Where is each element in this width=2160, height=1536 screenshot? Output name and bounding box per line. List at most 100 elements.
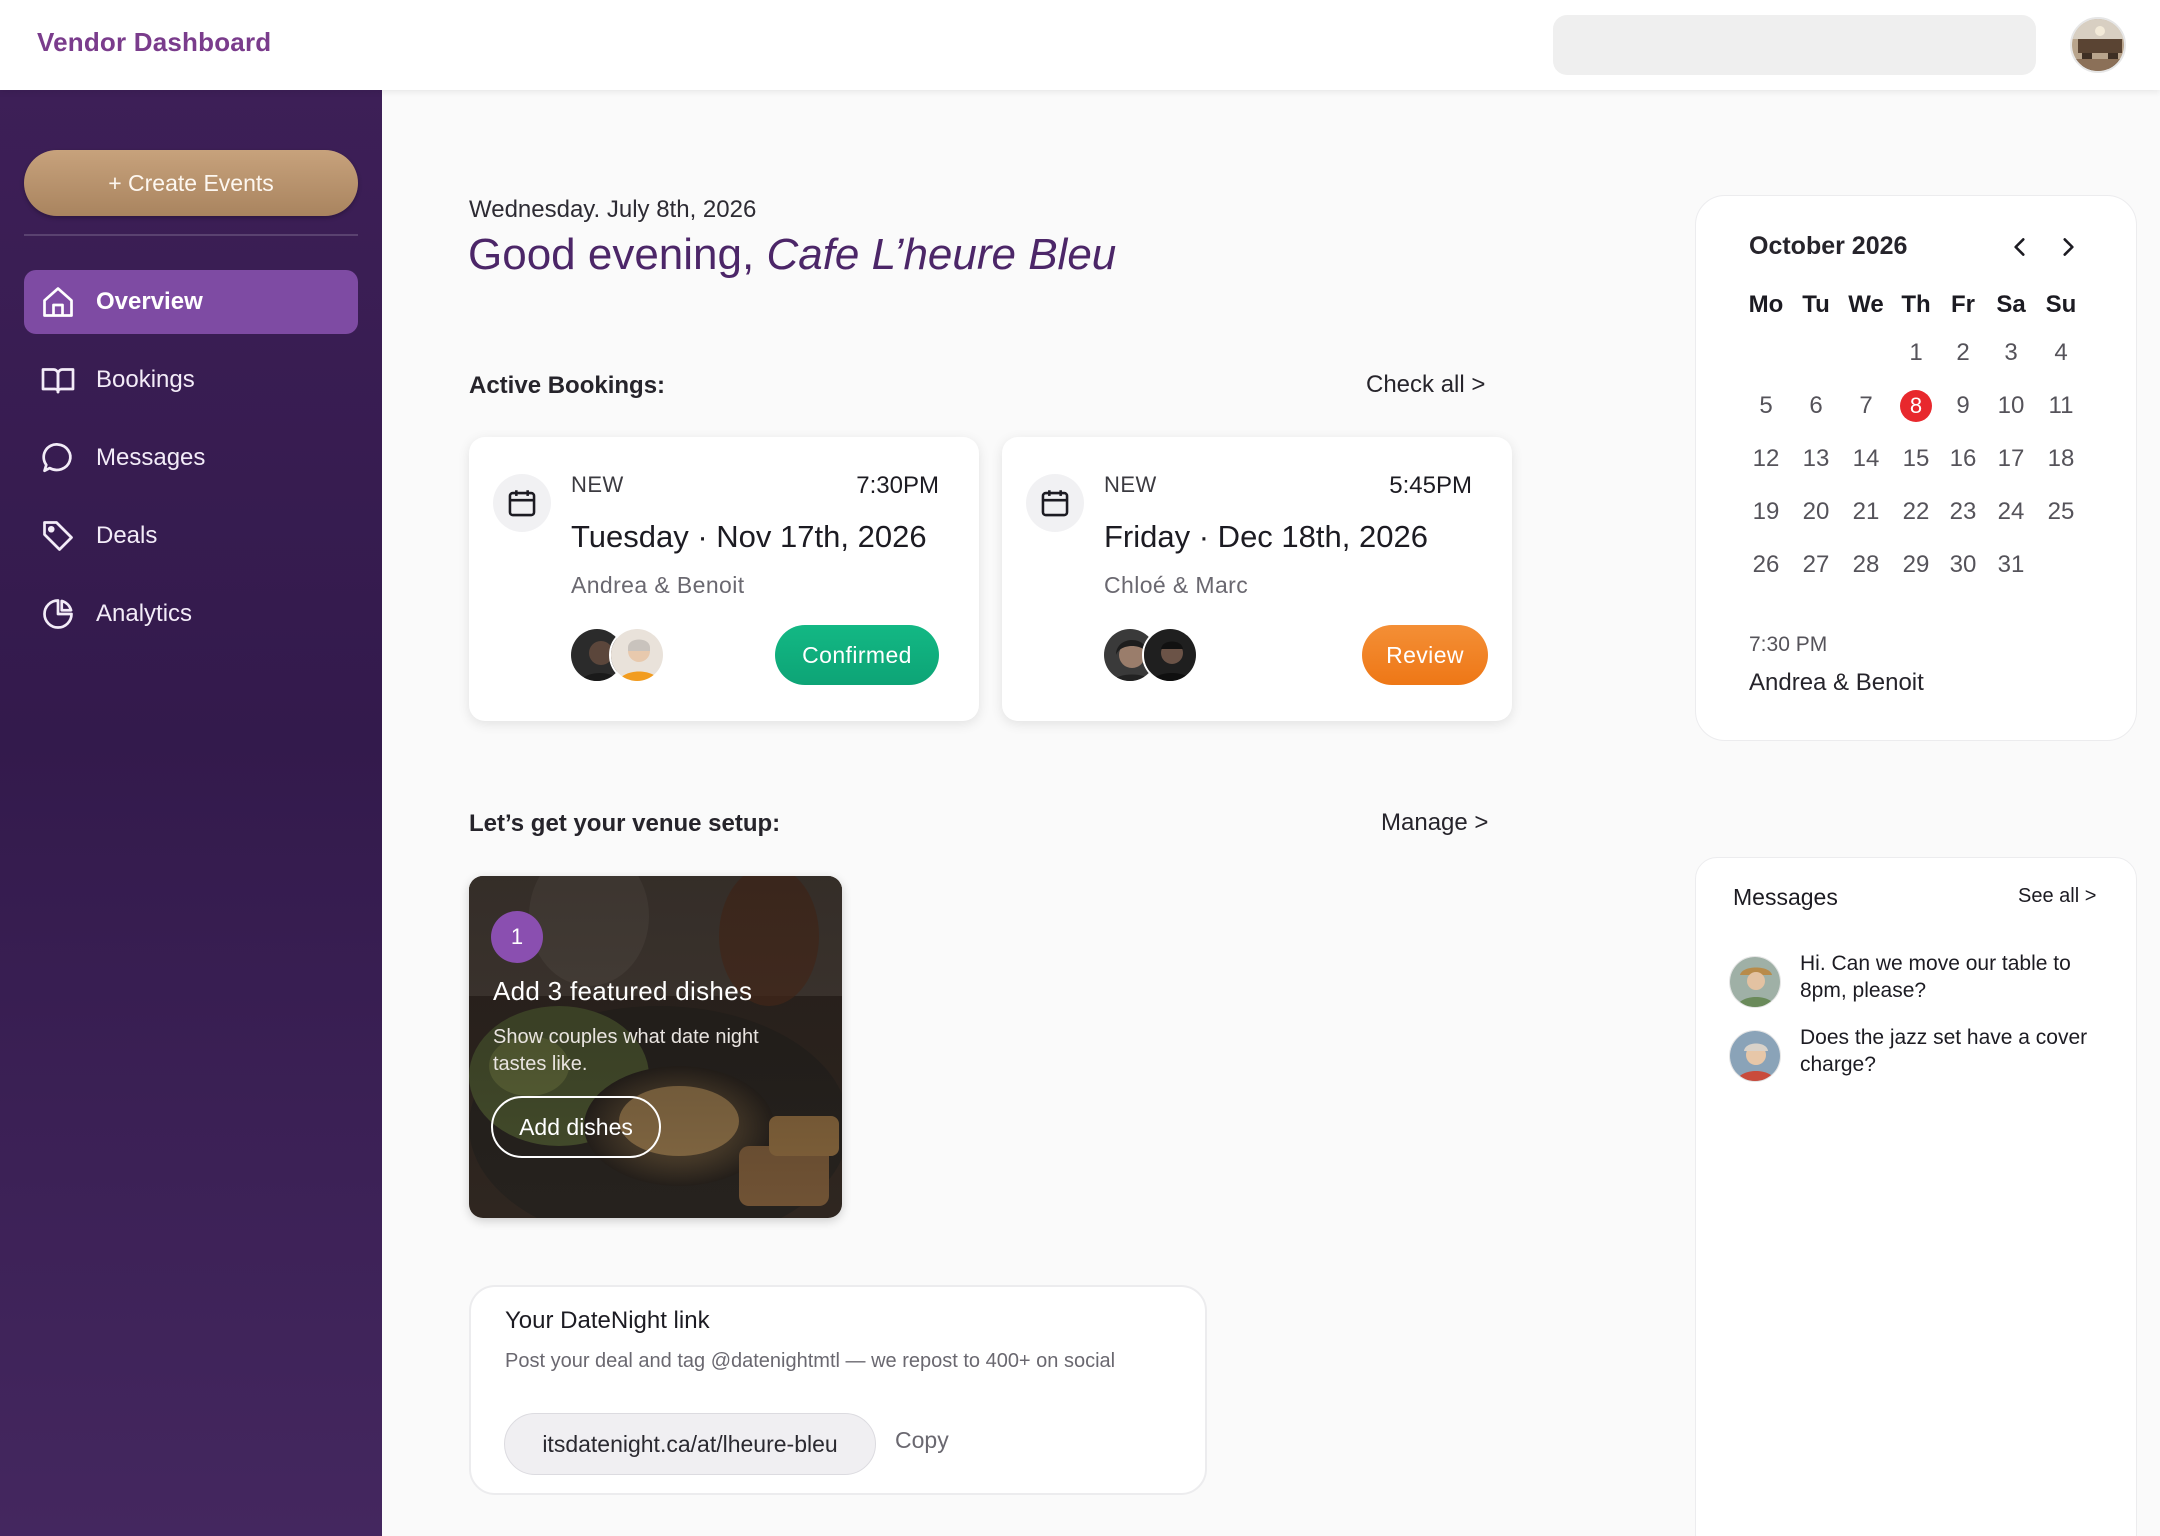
calendar-day[interactable]: 1 <box>1892 336 1940 370</box>
calendar-weekday: We <box>1848 291 1884 318</box>
calendar-day[interactable]: 24 <box>1987 495 2035 529</box>
confirmed-button[interactable]: Confirmed <box>775 625 939 685</box>
message-preview: Does the jazz set have a cover charge? <box>1800 1026 2088 1076</box>
venue-avatar[interactable] <box>2070 17 2126 73</box>
sidebar-item-overview[interactable]: Overview <box>24 270 358 334</box>
calendar-day[interactable]: 28 <box>1842 548 1890 582</box>
sidebar-divider <box>24 234 358 236</box>
booking-status: NEW <box>571 472 624 497</box>
calendar-day[interactable]: 20 <box>1792 495 1840 529</box>
calendar-day[interactable]: 27 <box>1792 548 1840 582</box>
current-date: Wednesday. July 8th, 2026 <box>469 196 757 223</box>
calendar-day[interactable]: 23 <box>1939 495 1987 529</box>
calendar-day[interactable]: 11 <box>2037 389 2085 423</box>
add-dishes-button[interactable]: Add dishes <box>491 1096 661 1158</box>
setup-card-description: Show couples what date night tastes like… <box>493 1026 759 1075</box>
datenight-link-description: Post your deal and tag @datenightmtl — w… <box>505 1350 1116 1372</box>
review-button[interactable]: Review <box>1362 625 1488 685</box>
calendar-day[interactable]: 25 <box>2037 495 2085 529</box>
guest-avatars <box>1102 627 1212 683</box>
sidebar-item-label: Bookings <box>96 366 195 393</box>
step-number-badge: 1 <box>491 911 543 963</box>
calendar-day[interactable]: 10 <box>1987 389 2035 423</box>
calendar-weekday: Mo <box>1748 291 1784 318</box>
messages-title: Messages <box>1733 884 1838 910</box>
sidebar-item-messages[interactable]: Messages <box>24 426 358 490</box>
message-preview: Hi. Can we move our table to 8pm, please… <box>1800 952 2071 1002</box>
booking-date: Friday · Dec 18th, 2026 <box>1104 519 1428 554</box>
calendar-weekday: Tu <box>1802 291 1830 318</box>
booking-date: Tuesday · Nov 17th, 2026 <box>571 519 927 554</box>
pie-chart-icon <box>38 594 78 634</box>
calendar-day[interactable]: 14 <box>1842 442 1890 476</box>
page-title: Good evening, Cafe L’heure Bleu <box>468 230 1116 280</box>
sidebar-item-label: Overview <box>96 288 203 315</box>
calendar-weekday: Su <box>2045 291 2077 318</box>
calendar-weekday: Fr <box>1951 291 1975 318</box>
calendar-day[interactable]: 16 <box>1939 442 1987 476</box>
calendar-day[interactable]: 2 <box>1939 336 1987 370</box>
booking-status: NEW <box>1104 472 1157 497</box>
message-item[interactable]: Hi. Can we move our table to 8pm, please… <box>1729 950 2119 1020</box>
calendar-day[interactable]: 9 <box>1939 389 1987 423</box>
calendar-day[interactable]: 19 <box>1742 495 1790 529</box>
booking-guests: Chloé & Marc <box>1104 572 1249 598</box>
calendar-day[interactable]: 22 <box>1892 495 1940 529</box>
calendar-day[interactable]: 13 <box>1792 442 1840 476</box>
calendar-day[interactable]: 21 <box>1842 495 1890 529</box>
calendar-day[interactable]: 18 <box>2037 442 2085 476</box>
booking-card[interactable]: NEW 7:30PM Tuesday · Nov 17th, 2026 Andr… <box>469 437 979 721</box>
datenight-url[interactable]: itsdatenight.ca/at/lheure-bleu <box>504 1413 876 1475</box>
calendar-day[interactable]: 29 <box>1892 548 1940 582</box>
avatar <box>1729 1030 1781 1082</box>
calendar-day[interactable]: 5 <box>1742 389 1790 423</box>
calendar-widget: October 2026 Mo Tu We Th Fr Sa Su 1 2 3 4 5 6 7 8 9 10 11… <box>1695 195 2137 741</box>
avatar <box>1729 956 1781 1008</box>
book-icon <box>38 360 78 400</box>
venue-setup-title: Let’s get your venue setup: <box>469 810 781 837</box>
booking-card[interactable]: NEW 5:45PM Friday · Dec 18th, 2026 Chloé… <box>1002 437 1512 721</box>
datenight-link-title: Your DateNight link <box>505 1307 710 1334</box>
sidebar-item-bookings[interactable]: Bookings <box>24 348 358 412</box>
active-bookings-title: Active Bookings: <box>469 372 666 399</box>
calendar-icon <box>493 474 551 532</box>
check-all-link[interactable]: Check all > <box>1366 371 1485 399</box>
calendar-event-name[interactable]: Andrea & Benoit <box>1749 669 1924 697</box>
calendar-day[interactable]: 31 <box>1987 548 2035 582</box>
featured-dishes-card: 1 Add 3 featured dishes Show couples wha… <box>469 876 842 1218</box>
calendar-weekday: Th <box>1901 291 1931 318</box>
calendar-event-time: 7:30 PM <box>1749 633 1828 656</box>
calendar-day[interactable]: 17 <box>1987 442 2035 476</box>
calendar-day[interactable]: 30 <box>1939 548 1987 582</box>
greeting-prefix: Good evening, <box>468 230 767 279</box>
sidebar: + Create Events Overview Bookings Messag… <box>0 90 382 1536</box>
manage-link[interactable]: Manage > <box>1381 809 1488 837</box>
calendar-day[interactable]: 4 <box>2037 336 2085 370</box>
see-all-messages-link[interactable]: See all > <box>2018 885 2096 908</box>
booking-guests: Andrea & Benoit <box>571 572 745 598</box>
calendar-month: October 2026 <box>1749 232 1908 260</box>
tag-icon <box>38 516 78 556</box>
datenight-link-card: Your DateNight link Post your deal and t… <box>469 1285 1207 1495</box>
calendar-day[interactable]: 6 <box>1792 389 1840 423</box>
chevron-right-icon[interactable] <box>2050 229 2086 265</box>
chevron-left-icon[interactable] <box>2002 229 2038 265</box>
copy-link-button[interactable]: Copy <box>895 1427 949 1454</box>
sidebar-item-analytics[interactable]: Analytics <box>24 582 358 646</box>
calendar-day[interactable]: 26 <box>1742 548 1790 582</box>
calendar-day[interactable]: 15 <box>1892 442 1940 476</box>
calendar-day[interactable]: 12 <box>1742 442 1790 476</box>
message-item[interactable]: Does the jazz set have a cover charge? <box>1729 1024 2119 1094</box>
create-events-button[interactable]: + Create Events <box>24 150 358 216</box>
sidebar-item-deals[interactable]: Deals <box>24 504 358 568</box>
calendar-day[interactable]: 8 <box>1892 389 1940 423</box>
chat-bubble-icon <box>38 438 78 478</box>
calendar-weekday: Sa <box>1996 291 2026 318</box>
sidebar-item-label: Messages <box>96 444 206 471</box>
calendar-icon <box>1026 474 1084 532</box>
calendar-day[interactable]: 7 <box>1842 389 1890 423</box>
search-input[interactable] <box>1553 15 2036 75</box>
calendar-day[interactable]: 3 <box>1987 336 2035 370</box>
calendar-day-today: 8 <box>1900 390 1932 422</box>
venue-photo-avatar-icon <box>2072 19 2124 71</box>
